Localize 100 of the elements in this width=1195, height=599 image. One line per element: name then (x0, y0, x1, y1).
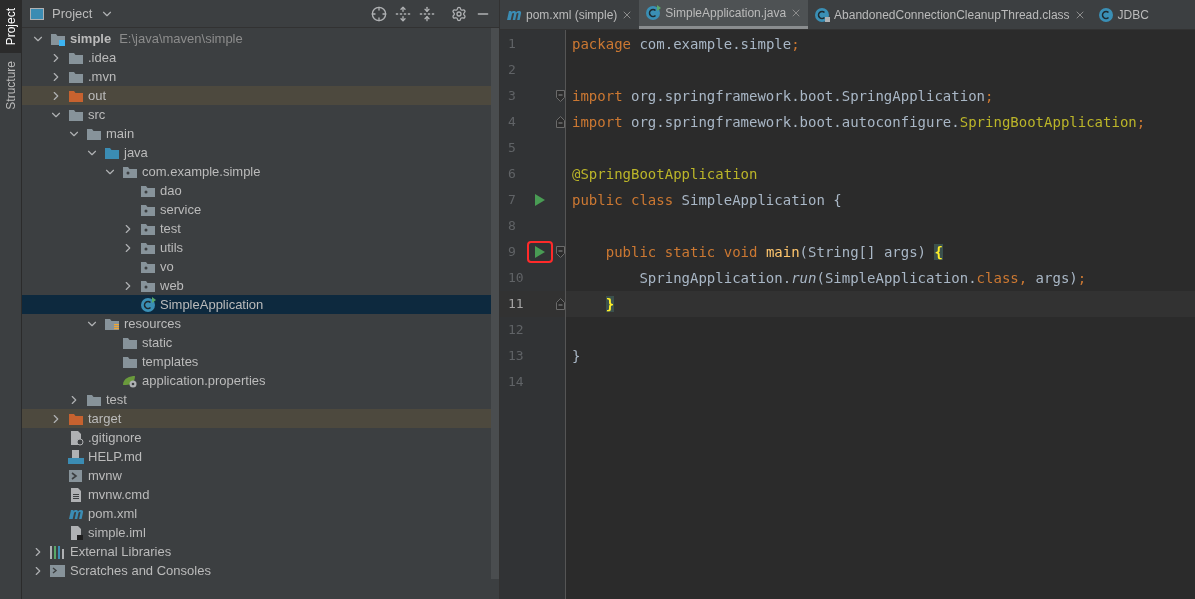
code-line: import org.springframework.boot.SpringApplication; (572, 86, 994, 106)
play-icon (535, 246, 546, 258)
tree-label: resources (124, 314, 182, 333)
class-icon (645, 5, 662, 21)
tree-item[interactable]: mvnw (22, 466, 491, 485)
folder-icon (122, 164, 138, 179)
folder-icon (122, 354, 138, 369)
tree-label: templates (142, 352, 199, 371)
locate-icon[interactable] (371, 5, 387, 22)
tree-label: target (88, 409, 122, 428)
folder-icon (140, 202, 156, 217)
tree-item[interactable]: .idea (22, 48, 491, 67)
editor-tab[interactable]: SimpleApplication.java (639, 0, 809, 29)
tree-label: service (160, 200, 202, 219)
folder-icon (86, 126, 102, 141)
fold-marker-icon[interactable] (555, 246, 565, 258)
panel-icon (30, 7, 44, 20)
tree-item[interactable]: SimpleApplication (22, 295, 491, 314)
folder-icon (140, 259, 156, 274)
folder-icon (68, 69, 84, 84)
folder-icon (104, 316, 120, 331)
tree-label: .mvn (88, 67, 117, 86)
folder-icon (86, 392, 102, 407)
tree-label: vo (160, 257, 174, 276)
tree-item[interactable]: application.properties (22, 371, 491, 390)
file-icon (68, 429, 84, 446)
tree-item[interactable]: test (22, 390, 491, 409)
folder-icon (140, 278, 156, 293)
tree-item[interactable]: pom.xml (22, 504, 491, 523)
tree-item[interactable]: utils (22, 238, 491, 257)
tree-label: test (160, 219, 181, 238)
code-line: public class SimpleApplication { (572, 190, 842, 210)
tree-item[interactable]: simple E:\java\maven\simple (22, 29, 491, 48)
console-icon (50, 563, 66, 578)
tree-item[interactable]: com.example.simple (22, 162, 491, 181)
tree-item[interactable]: web (22, 276, 491, 295)
code-line: } (572, 346, 581, 366)
tree-item[interactable]: dao (22, 181, 491, 200)
code-line: @SpringBootApplication (572, 164, 758, 184)
editor-tab[interactable]: JDBC (1091, 0, 1155, 29)
tree-item[interactable]: main (22, 124, 491, 143)
tree-label: out (88, 86, 107, 105)
tree-label: HELP.md (88, 447, 142, 466)
fold-marker-icon[interactable] (555, 298, 565, 310)
tool-window-tab[interactable]: Structure (0, 53, 21, 119)
tree-item[interactable]: .mvn (22, 67, 491, 86)
folder-icon (140, 240, 156, 255)
tree-label: pom.xml (88, 504, 138, 523)
tree-item[interactable]: .gitignore (22, 428, 491, 447)
tree-label: .gitignore (88, 428, 142, 447)
tree-item[interactable]: out (22, 86, 491, 105)
run-button[interactable] (527, 241, 554, 263)
folder-icon (104, 145, 120, 160)
folder-icon (140, 221, 156, 236)
tree-item[interactable]: Scratches and Consoles (22, 561, 491, 580)
line-number: 11 (507, 295, 525, 314)
tree-item[interactable]: mvnw.cmd (22, 485, 491, 504)
class-icon (814, 6, 831, 23)
tree-item[interactable]: service (22, 200, 491, 219)
class-icon (1097, 6, 1114, 23)
tree-item[interactable]: External Libraries (22, 542, 491, 561)
file-icon (68, 486, 84, 503)
tree-label: Scratches and Consoles (70, 561, 211, 580)
maven-icon (68, 507, 84, 520)
tab-label: SimpleApplication.java (665, 5, 787, 22)
tree-item[interactable]: resources (22, 314, 491, 333)
folder-icon (68, 411, 84, 426)
editor-tab[interactable]: pom.xml (simple) (500, 0, 640, 29)
tree-item[interactable]: vo (22, 257, 491, 276)
tree-label: dao (160, 181, 182, 200)
tree-item[interactable]: src (22, 105, 491, 124)
tool-window-tab[interactable]: Project (0, 0, 21, 54)
tree-item[interactable]: templates (22, 352, 491, 371)
tree-item[interactable]: static (22, 333, 491, 352)
fold-marker-icon[interactable] (555, 116, 565, 128)
code-line: import org.springframework.boot.autoconfigure.SpringBootApplication; (572, 112, 1146, 132)
folder-icon (122, 335, 138, 350)
tree-label: simple.iml (88, 523, 146, 542)
terminal-file-icon (68, 467, 84, 484)
tree-label: SimpleApplication (160, 295, 264, 314)
tree-item[interactable]: test (22, 219, 491, 238)
markdown-file-icon (68, 448, 84, 465)
tree-label: java (124, 143, 148, 162)
tree-label: static (142, 333, 173, 352)
tab-label: AbandonedConnectionCleanupThread.class (834, 6, 1070, 24)
fold-marker-icon[interactable] (555, 90, 565, 102)
tree-item[interactable]: target (22, 409, 491, 428)
expand-all-icon[interactable] (395, 5, 411, 22)
settings-icon[interactable] (451, 5, 467, 22)
collapse-all-icon[interactable] (419, 5, 435, 22)
tree-item[interactable]: java (22, 143, 491, 162)
folder-icon (68, 50, 84, 65)
scrollbar[interactable] (491, 28, 499, 579)
tree-label: test (106, 390, 127, 409)
tree-item[interactable]: HELP.md (22, 447, 491, 466)
folder-icon (68, 107, 84, 122)
editor-tab[interactable]: AbandonedConnectionCleanupThread.class (808, 0, 1092, 29)
tree-label: application.properties (142, 371, 266, 390)
tree-item[interactable]: simple.iml (22, 523, 491, 542)
panel-title[interactable]: Project (52, 3, 93, 24)
